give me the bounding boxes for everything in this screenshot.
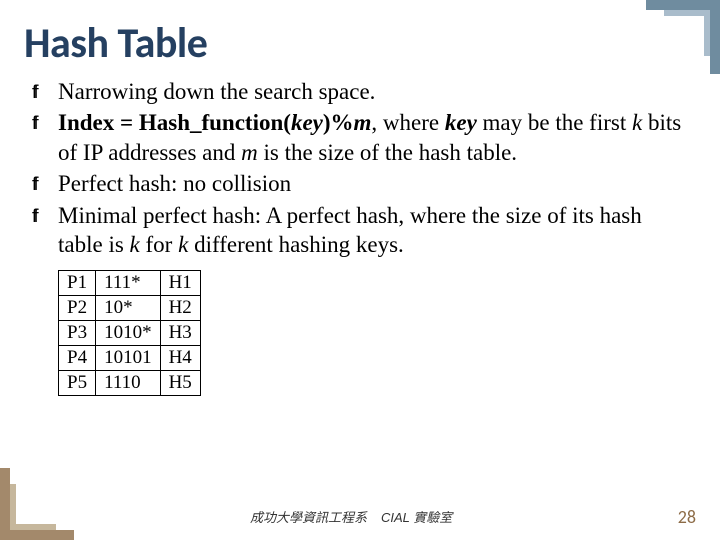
text-fragment: )% bbox=[323, 110, 354, 135]
text-fragment: key bbox=[445, 110, 477, 135]
text-fragment: Index = Hash_function( bbox=[58, 110, 291, 135]
table-row: P2 10* H2 bbox=[59, 295, 201, 320]
table-cell: P2 bbox=[59, 295, 96, 320]
page-title: Hash Table bbox=[24, 18, 696, 69]
table-cell: 10* bbox=[96, 295, 161, 320]
body-text: ff Narrowing down the search space. ff I… bbox=[32, 77, 696, 260]
table-cell: H2 bbox=[160, 295, 200, 320]
text-fragment: different hashing keys. bbox=[188, 232, 403, 257]
text-fragment: for bbox=[140, 232, 178, 257]
bullet-item: ff Index = Hash_function(key)%m, where k… bbox=[32, 108, 696, 167]
corner-decoration-tr-inner bbox=[704, 10, 710, 56]
slide: Hash Table ff Narrowing down the search … bbox=[0, 0, 720, 540]
page-number: 28 bbox=[678, 506, 696, 528]
corner-decoration-bl bbox=[0, 530, 74, 540]
table-cell: 111* bbox=[96, 270, 161, 295]
corner-decoration-tr bbox=[646, 0, 720, 10]
table-cell: P5 bbox=[59, 370, 96, 395]
table-row: P5 1110 H5 bbox=[59, 370, 201, 395]
text-fragment: may be the first bbox=[477, 110, 632, 135]
text-fragment: is the size of the hash table. bbox=[258, 140, 517, 165]
table-cell: P4 bbox=[59, 345, 96, 370]
bullet-icon: ff bbox=[32, 169, 58, 198]
table-cell: H1 bbox=[160, 270, 200, 295]
table-cell: 1110 bbox=[96, 370, 161, 395]
table-row: P3 1010* H3 bbox=[59, 320, 201, 345]
table-cell: H5 bbox=[160, 370, 200, 395]
table-cell: 1010* bbox=[96, 320, 161, 345]
text-fragment: k bbox=[130, 232, 140, 257]
bullet-item: ff Minimal perfect hash: A perfect hash,… bbox=[32, 201, 696, 260]
bullet-item: ff Perfect hash: no collision bbox=[32, 169, 696, 198]
table-cell: H3 bbox=[160, 320, 200, 345]
bullet-text: Minimal perfect hash: A perfect hash, wh… bbox=[58, 201, 696, 260]
bullet-icon: ff bbox=[32, 201, 58, 260]
corner-decoration-bl bbox=[0, 468, 10, 540]
bullet-text: Narrowing down the search space. bbox=[58, 77, 696, 106]
corner-decoration-tr-inner bbox=[664, 10, 710, 16]
bullet-icon: ff bbox=[32, 108, 58, 167]
table-row: P1 111* H1 bbox=[59, 270, 201, 295]
bullet-icon: ff bbox=[32, 77, 58, 106]
text-fragment: m bbox=[354, 110, 372, 135]
footer-department: 成功大學資訊工程系 bbox=[250, 507, 367, 526]
table-cell: P3 bbox=[59, 320, 96, 345]
table-cell: H4 bbox=[160, 345, 200, 370]
text-fragment: key bbox=[291, 110, 323, 135]
footer: 成功大學資訊工程系 CIAL 實驗室 bbox=[0, 507, 720, 526]
text-fragment: , where bbox=[371, 110, 444, 135]
corner-decoration-tr bbox=[710, 0, 720, 74]
table-cell: P1 bbox=[59, 270, 96, 295]
table-cell: 10101 bbox=[96, 345, 161, 370]
bullet-text: Index = Hash_function(key)%m, where key … bbox=[58, 108, 696, 167]
text-fragment: m bbox=[241, 140, 258, 165]
text-fragment: k bbox=[632, 110, 642, 135]
bullet-item: ff Narrowing down the search space. bbox=[32, 77, 696, 106]
bullet-text: Perfect hash: no collision bbox=[58, 169, 696, 198]
table-row: P4 10101 H4 bbox=[59, 345, 201, 370]
text-fragment: k bbox=[178, 232, 188, 257]
hash-table: P1 111* H1 P2 10* H2 P3 1010* H3 P4 1010… bbox=[58, 270, 201, 396]
footer-lab: CIAL 實驗室 bbox=[381, 507, 452, 526]
